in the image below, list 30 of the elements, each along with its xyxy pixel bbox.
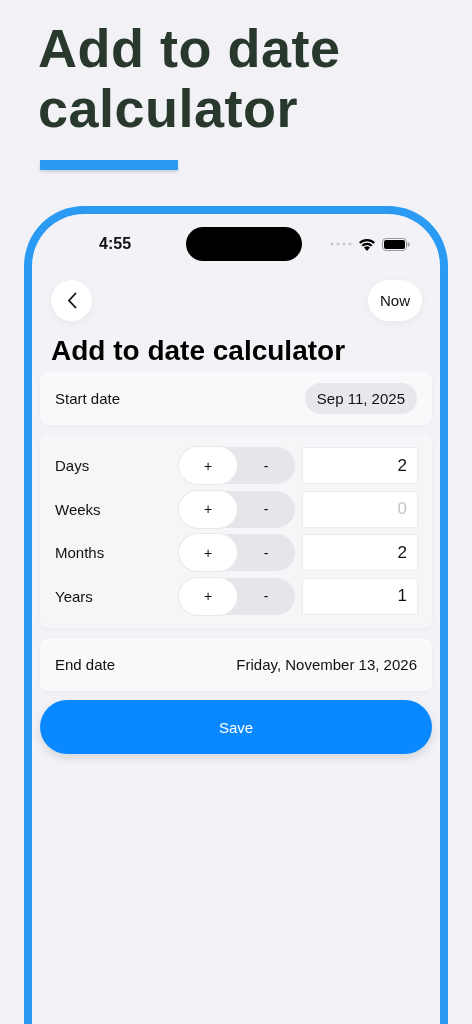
start-date-button[interactable]: Sep 11, 2025	[304, 382, 417, 414]
row-label: Days	[55, 457, 91, 474]
number-field[interactable]: 1	[302, 577, 418, 615]
battery-icon	[382, 237, 410, 251]
segment-button[interactable]: +	[179, 577, 237, 615]
segment-button[interactable]: -	[237, 534, 295, 571]
start-date-label: Start date	[55, 389, 121, 407]
segment-button[interactable]: +	[179, 534, 237, 571]
now-button[interactable]: Now	[368, 280, 422, 321]
wifi-icon	[358, 237, 376, 251]
number-field[interactable]: 2	[302, 447, 418, 484]
segment-button[interactable]: -	[237, 490, 295, 528]
end-date-label: End date	[55, 656, 116, 673]
segment-button[interactable]: -	[237, 447, 295, 484]
number-field[interactable]: 0	[302, 490, 418, 528]
status-time: 4:55	[99, 235, 133, 253]
back-icon	[66, 292, 77, 309]
save-button[interactable]: Save	[40, 700, 432, 754]
headline: Add to date calculator	[38, 18, 342, 138]
end-date-value: Friday, November 13, 2026	[236, 656, 417, 673]
segment-button[interactable]: +	[179, 447, 237, 484]
segment-button[interactable]: -	[237, 577, 295, 615]
number-field[interactable]: 2	[302, 534, 418, 571]
back-button[interactable]	[51, 280, 92, 321]
page-title: Add to date calculator	[51, 335, 347, 368]
segment-button[interactable]: +	[179, 490, 237, 528]
row-label: Weeks	[55, 500, 102, 518]
signal-icon	[330, 242, 352, 246]
row-label: Years	[55, 587, 94, 605]
row-label: Months	[55, 544, 106, 561]
